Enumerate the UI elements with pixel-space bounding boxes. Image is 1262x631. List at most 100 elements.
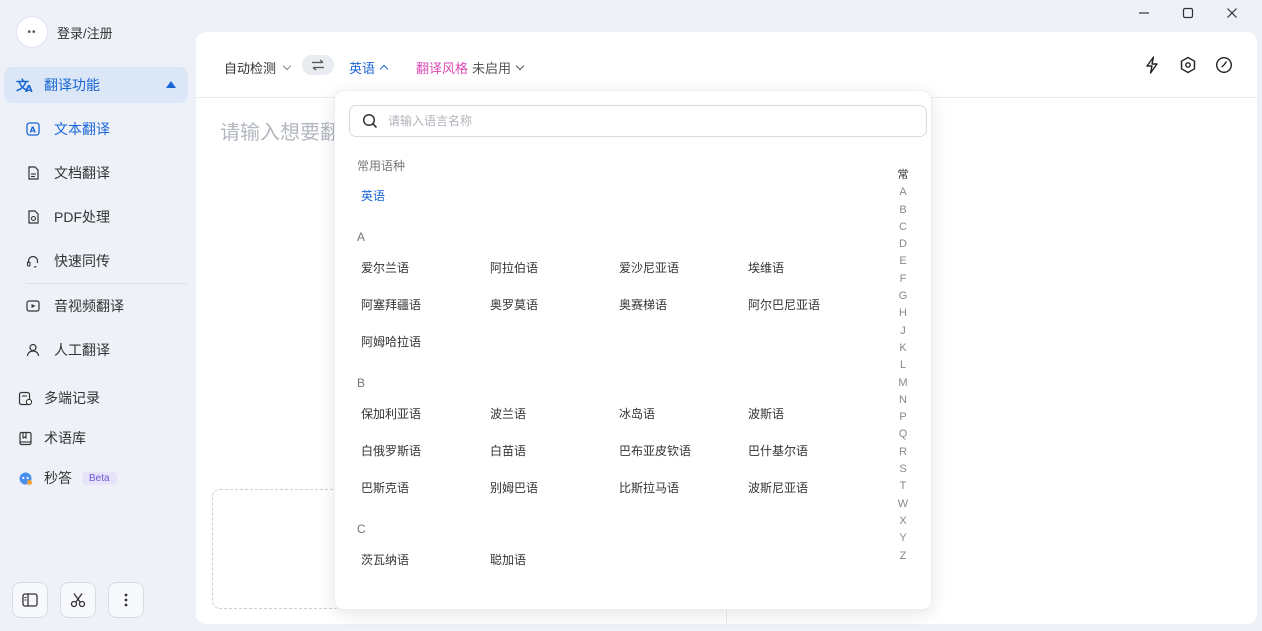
- document-icon: [26, 166, 44, 180]
- alpha-index-letter[interactable]: P: [899, 409, 906, 426]
- swap-languages-button[interactable]: [302, 55, 334, 75]
- alpha-index-letter[interactable]: C: [899, 219, 907, 236]
- alpha-index-letter[interactable]: M: [898, 375, 907, 392]
- language-option[interactable]: 埃维语: [748, 259, 784, 276]
- sidebar-item-records[interactable]: 多端记录: [18, 386, 100, 410]
- language-option[interactable]: 巴布亚皮钦语: [619, 442, 691, 459]
- sidebar-item-label: 多端记录: [44, 390, 100, 406]
- language-option[interactable]: 波斯语: [748, 405, 784, 422]
- settings-button[interactable]: [1177, 54, 1199, 76]
- source-language-select[interactable]: 自动检测: [224, 58, 292, 77]
- alpha-index-letter[interactable]: H: [899, 305, 907, 322]
- file-drop-zone[interactable]: [212, 489, 352, 609]
- language-option[interactable]: 奥赛梯语: [619, 296, 667, 313]
- alpha-index-letter[interactable]: A: [899, 184, 906, 201]
- language-option[interactable]: 阿拉伯语: [490, 259, 538, 276]
- gear-icon: [1180, 56, 1196, 74]
- alpha-index-letter[interactable]: J: [900, 323, 906, 340]
- alpha-index-letter[interactable]: 常: [898, 167, 909, 184]
- login-label[interactable]: 登录/注册: [57, 23, 113, 42]
- collapse-caret-icon[interactable]: [166, 81, 176, 88]
- login-area[interactable]: •• 登录/注册: [16, 16, 113, 48]
- language-option[interactable]: 比斯拉马语: [619, 479, 679, 496]
- target-language-select[interactable]: 英语: [349, 58, 389, 77]
- language-option[interactable]: 茨瓦纳语: [361, 551, 409, 568]
- alpha-index-letter[interactable]: F: [900, 271, 907, 288]
- alpha-index-letter[interactable]: Y: [899, 530, 906, 547]
- language-option[interactable]: 白俄罗斯语: [361, 442, 421, 459]
- alpha-index-letter[interactable]: N: [899, 392, 907, 409]
- minimize-button[interactable]: [1122, 4, 1166, 22]
- alpha-index-letter[interactable]: T: [900, 478, 907, 495]
- sidebar-item-glossary[interactable]: 术语库: [18, 426, 86, 450]
- alphabet-index: 常 A B C D E F G H J K L M N P Q R S T W …: [897, 167, 909, 565]
- section-letter: B: [357, 376, 366, 390]
- quick-action-button[interactable]: [1141, 54, 1163, 76]
- alpha-index-letter[interactable]: Z: [900, 548, 907, 565]
- sidebar-item-quick-answer[interactable]: 秒答 Beta: [18, 466, 117, 490]
- sidebar-item-label: PDF处理: [54, 209, 110, 225]
- more-vertical-icon: [124, 593, 128, 607]
- section-letter: A: [357, 230, 366, 244]
- language-option[interactable]: 爱沙尼亚语: [619, 259, 679, 276]
- translation-style-select[interactable]: 未启用: [472, 58, 525, 77]
- alpha-index-letter[interactable]: X: [899, 513, 906, 530]
- language-search-input[interactable]: [388, 114, 888, 128]
- translation-style-value: 未启用: [472, 61, 512, 76]
- language-option[interactable]: 保加利亚语: [361, 405, 421, 422]
- alpha-index-letter[interactable]: K: [899, 340, 906, 357]
- clock-icon: [1215, 56, 1233, 74]
- more-button[interactable]: [108, 582, 144, 618]
- language-option[interactable]: 奥罗莫语: [490, 296, 538, 313]
- language-option[interactable]: 白苗语: [490, 442, 526, 459]
- source-text-placeholder[interactable]: 请输入想要翻: [220, 116, 340, 145]
- book-icon: [18, 431, 36, 446]
- language-option[interactable]: 巴什基尔语: [748, 442, 808, 459]
- language-option[interactable]: 英语: [361, 187, 385, 204]
- language-option[interactable]: 阿塞拜疆语: [361, 296, 421, 313]
- language-option[interactable]: 阿尔巴尼亚语: [748, 296, 820, 313]
- alpha-index-letter[interactable]: E: [899, 253, 906, 270]
- language-search-box[interactable]: [349, 105, 927, 137]
- language-option[interactable]: 阿姆哈拉语: [361, 333, 421, 350]
- avatar[interactable]: ••: [16, 16, 48, 48]
- language-option[interactable]: 别姆巴语: [490, 479, 538, 496]
- svg-text:A: A: [30, 126, 37, 135]
- alpha-index-letter[interactable]: D: [899, 236, 907, 253]
- sidebar-item-pdf[interactable]: PDF处理: [26, 205, 110, 229]
- screenshot-button[interactable]: [60, 582, 96, 618]
- minimize-icon: [1139, 12, 1149, 14]
- sidebar-section-translate[interactable]: 文A 翻译功能: [4, 67, 188, 103]
- section-letter: C: [357, 522, 366, 536]
- alpha-index-letter[interactable]: W: [898, 496, 908, 513]
- sidebar-item-label: 音视频翻译: [54, 298, 124, 314]
- alpha-index-letter[interactable]: L: [900, 357, 906, 374]
- sidebar-item-simultaneous[interactable]: 快速同传: [26, 249, 110, 273]
- language-option[interactable]: 波兰语: [490, 405, 526, 422]
- sidebar-item-human-translate[interactable]: 人工翻译: [26, 338, 110, 362]
- close-icon: [1227, 8, 1237, 18]
- alpha-index-letter[interactable]: B: [899, 202, 906, 219]
- close-button[interactable]: [1210, 4, 1254, 22]
- language-option[interactable]: 聪加语: [490, 551, 526, 568]
- chevron-up-icon: [379, 64, 389, 74]
- translate-toolbar: 自动检测 英语 翻译风格 未启用: [196, 32, 1257, 98]
- sidebar-item-label: 文本翻译: [54, 121, 110, 137]
- language-option[interactable]: 巴斯克语: [361, 479, 409, 496]
- history-button[interactable]: [1213, 54, 1235, 76]
- pdf-icon: [26, 210, 44, 224]
- maximize-button[interactable]: [1166, 4, 1210, 22]
- sidebar-item-text-translate[interactable]: A 文本翻译: [26, 117, 110, 141]
- language-option[interactable]: 波斯尼亚语: [748, 479, 808, 496]
- alpha-index-letter[interactable]: Q: [899, 426, 908, 443]
- translation-style-label: 翻译风格: [416, 61, 469, 76]
- alpha-index-letter[interactable]: R: [899, 444, 907, 461]
- language-option[interactable]: 冰岛语: [619, 405, 655, 422]
- alpha-index-letter[interactable]: G: [899, 288, 908, 305]
- toggle-sidebar-button[interactable]: [12, 582, 48, 618]
- language-option[interactable]: 爱尔兰语: [361, 259, 409, 276]
- toolbar-actions: [1141, 54, 1235, 76]
- sidebar-item-doc-translate[interactable]: 文档翻译: [26, 161, 110, 185]
- sidebar-item-av-translate[interactable]: 音视频翻译: [26, 294, 124, 318]
- alpha-index-letter[interactable]: S: [899, 461, 906, 478]
